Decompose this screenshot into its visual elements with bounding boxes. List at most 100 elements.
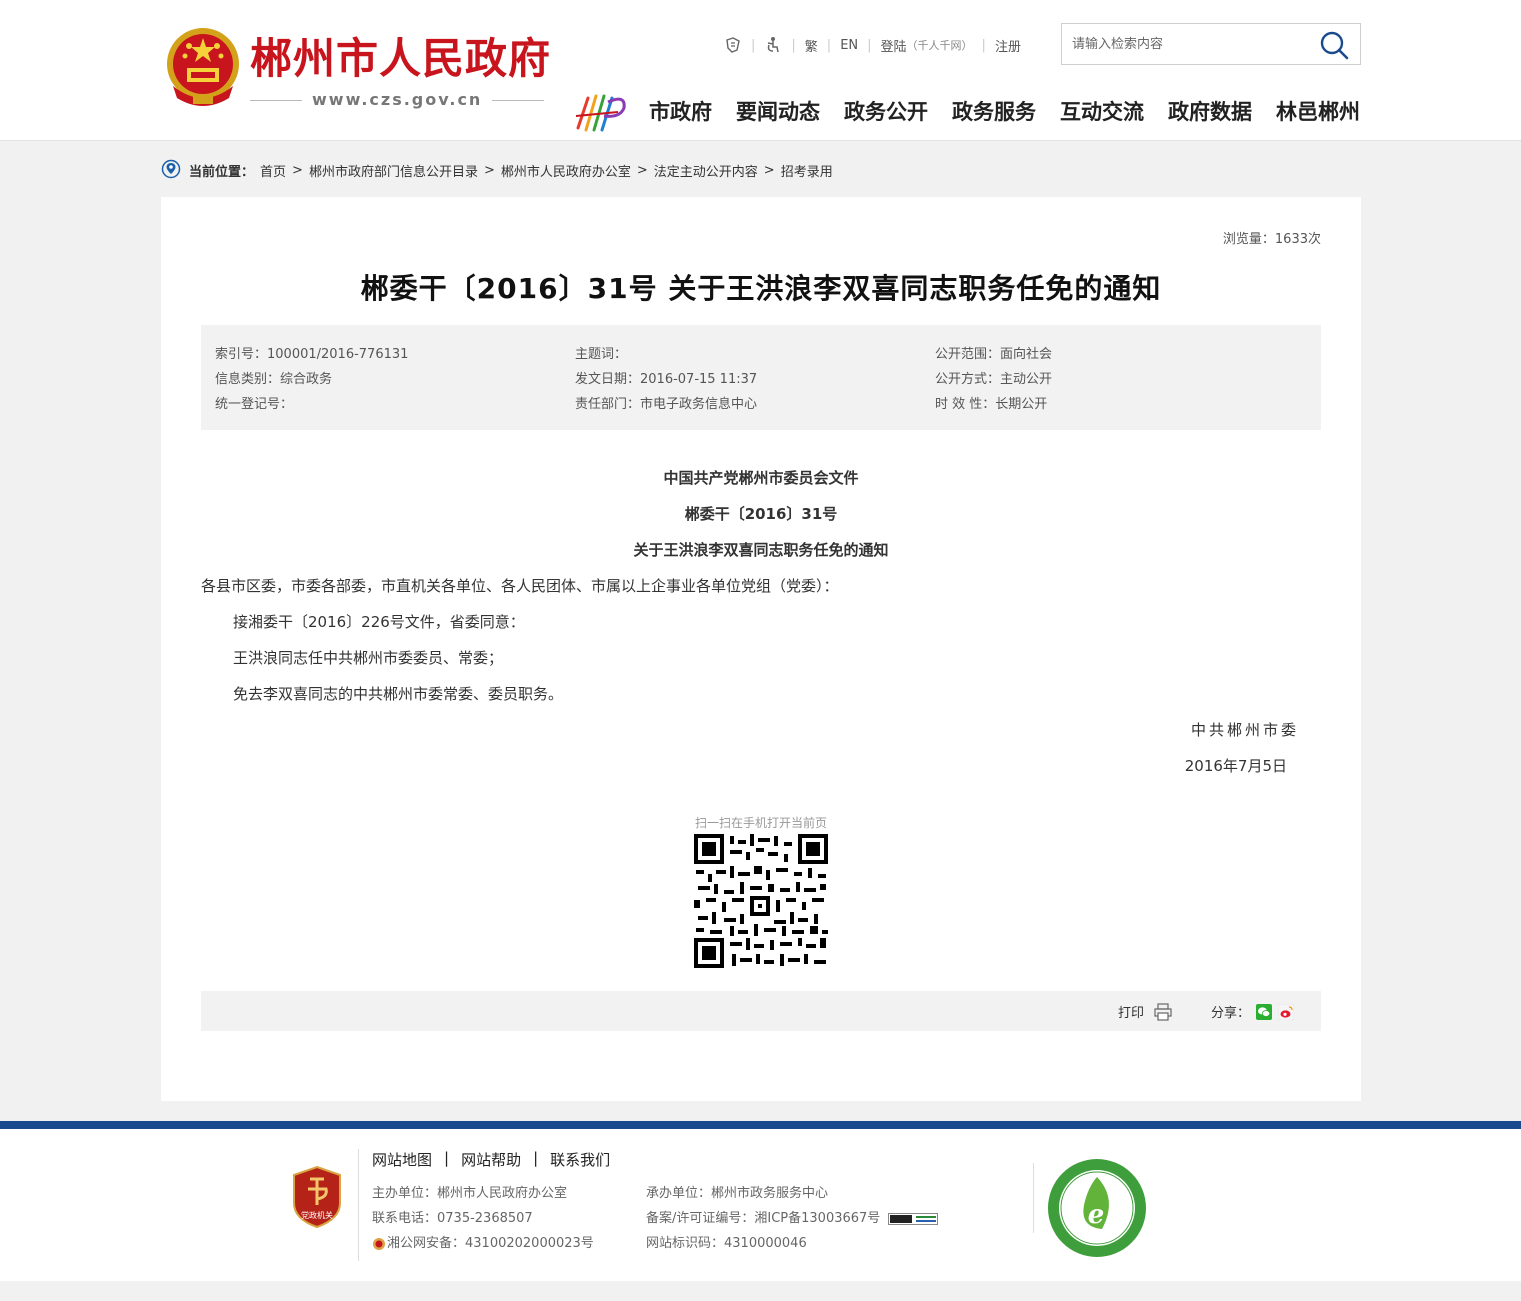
article-body: 中国共产党郴州市委员会文件 郴委干〔2016〕31号 关于王洪浪李双喜同志职务任… xyxy=(201,460,1321,784)
subject-words: 主题词： xyxy=(575,347,628,362)
print-button[interactable]: 打印 xyxy=(1118,1002,1172,1021)
contact-link[interactable]: 联系我们 xyxy=(550,1149,610,1170)
registration-number: 统一登记号： xyxy=(215,397,294,412)
site-identifier: 网站标识码：4310000046 xyxy=(646,1236,807,1251)
login-link[interactable]: 登陆 xyxy=(881,36,907,55)
share-group: 分享： xyxy=(1211,1002,1295,1021)
linyi-logo-icon xyxy=(575,94,626,132)
validity: 时 效 性：长期公开 xyxy=(935,397,1048,412)
search-input[interactable] xyxy=(1072,34,1312,54)
document-subject: 关于王洪浪李双喜同志职务任免的通知 xyxy=(633,541,889,559)
breadcrumb-office[interactable]: 郴州市人民政府办公室 xyxy=(501,161,631,180)
weibo-icon[interactable] xyxy=(1278,1003,1295,1020)
sign-language-icon[interactable] xyxy=(724,36,742,54)
main-nav: 市政府 要闻动态 政务公开 政务服务 互动交流 政府数据 林邑郴州 xyxy=(649,96,1360,128)
footer-info-right: 承办单位：郴州市政务服务中心 备案/许可证编号：湘ICP备13003667号 网… xyxy=(646,1181,939,1256)
qr-caption: 扫一扫在手机打开当前页 xyxy=(694,816,827,830)
divider xyxy=(358,1149,359,1261)
sitemap-link[interactable]: 网站地图 xyxy=(372,1149,432,1170)
responsible-department: 责任部门：市电子政务信息中心 xyxy=(575,397,758,412)
breadcrumb-recruitment[interactable]: 招考录用 xyxy=(781,161,833,180)
location-pin-icon xyxy=(161,159,181,179)
salutation: 各县市区委，市委各部委，市直机关各单位、各人民团体、市属以上企事业各单位党组（党… xyxy=(201,577,839,595)
wechat-icon[interactable] xyxy=(1256,1003,1273,1020)
breadcrumb-statutory-content[interactable]: 法定主动公开内容 xyxy=(654,161,758,180)
article-title: 郴委干〔2016〕31号 关于王洪浪李双喜同志职务任免的通知 xyxy=(360,272,1162,305)
print-label: 打印 xyxy=(1118,1006,1145,1021)
footer-divider-bar xyxy=(0,1121,1521,1129)
index-number: 索引号：100001/2016-776131 xyxy=(215,347,409,362)
body-paragraph: 王洪浪同志任中共郴州市委委员、常委； xyxy=(233,649,504,667)
printer-icon xyxy=(1154,1002,1172,1021)
icp-badge-icon xyxy=(888,1212,939,1225)
nav-item-government-services[interactable]: 政务服务 xyxy=(952,96,1036,128)
disclosure-scope: 公开范围：面向社会 xyxy=(935,347,1053,362)
breadcrumb-label: 当前位置： xyxy=(189,164,255,180)
nav-item-government-data[interactable]: 政府数据 xyxy=(1168,96,1252,128)
divider xyxy=(1033,1163,1034,1233)
view-count: 浏览量：1633次 xyxy=(1222,232,1321,247)
article-card: 浏览量：1633次 郴委干〔2016〕31号 关于王洪浪李双喜同志职务任免的通知… xyxy=(161,197,1361,1101)
share-label: 分享： xyxy=(1211,1006,1251,1021)
separator: | xyxy=(533,1149,539,1167)
body-paragraph: 免去李双喜同志的中共郴州市委常委、委员职务。 xyxy=(233,685,564,703)
police-badge-icon xyxy=(373,1237,385,1250)
svg-text:e: e xyxy=(1088,1200,1105,1230)
separator: | xyxy=(751,37,756,53)
icp-record[interactable]: 备案/许可证编号：湘ICP备13003667号 xyxy=(646,1206,939,1231)
nav-item-interaction[interactable]: 互动交流 xyxy=(1060,96,1144,128)
body-paragraph: 接湘委干〔2016〕226号文件，省委同意： xyxy=(233,613,525,631)
disclosure-method: 公开方式：主动公开 xyxy=(935,372,1053,387)
footer-info-left: 主办单位：郴州市人民政府办公室 联系电话：0735-2368507 湘公网安备：… xyxy=(372,1181,594,1256)
separator: | xyxy=(867,37,872,53)
breadcrumb-separator: > xyxy=(763,162,775,178)
sponsor: 主办单位：郴州市人民政府办公室 xyxy=(372,1186,568,1201)
breadcrumb-separator: > xyxy=(636,162,648,178)
party-government-agency-badge[interactable]: 党政机关 xyxy=(290,1165,344,1229)
document-header: 中国共产党郴州市委员会文件 xyxy=(663,469,859,487)
footer-bottom-strip xyxy=(0,1281,1521,1301)
police-record[interactable]: 湘公网安备：43100202000023号 xyxy=(372,1231,594,1256)
search-icon[interactable] xyxy=(1318,29,1350,61)
divider xyxy=(492,100,544,101)
accessibility-icon[interactable] xyxy=(764,36,782,54)
nav-item-city-government[interactable]: 市政府 xyxy=(649,96,712,128)
breadcrumb-directory[interactable]: 郴州市政府部门信息公开目录 xyxy=(309,161,478,180)
nav-item-news[interactable]: 要闻动态 xyxy=(736,96,820,128)
search-box xyxy=(1061,23,1361,65)
signature-date: 2016年7月5日 xyxy=(1184,757,1287,775)
site-header: 郴州市人民政府 www.czs.gov.cn | | 繁 | EN | 登陆 （… xyxy=(0,0,1521,141)
site-url: www.czs.gov.cn xyxy=(312,90,483,109)
info-category: 信息类别：综合政务 xyxy=(215,372,333,387)
icp-record-text: 备案/许可证编号：湘ICP备13003667号 xyxy=(646,1211,881,1226)
contact-phone: 联系电话：0735-2368507 xyxy=(372,1211,533,1226)
divider xyxy=(250,100,302,101)
qr-code xyxy=(694,834,828,968)
separator: | xyxy=(791,37,796,53)
breadcrumb-separator: > xyxy=(292,162,303,178)
article-actions: 打印 分享： xyxy=(201,991,1321,1031)
help-link[interactable]: 网站帮助 xyxy=(461,1149,521,1170)
breadcrumb: 当前位置： 首页 > 郴州市政府部门信息公开目录 > 郴州市人民政府办公室 > … xyxy=(161,158,833,182)
badge-text: 党政机关 xyxy=(301,1210,333,1220)
undertaker: 承办单位：郴州市政务服务中心 xyxy=(646,1186,829,1201)
civilized-website-seal[interactable]: e xyxy=(1046,1157,1148,1259)
metadata-column-3: 公开范围：面向社会 公开方式：主动公开 时 效 性：长期公开 xyxy=(935,342,1052,417)
breadcrumb-home[interactable]: 首页 xyxy=(260,161,286,180)
police-record-text: 湘公网安备：43100202000023号 xyxy=(387,1236,594,1251)
nav-item-government-affairs-disclosure[interactable]: 政务公开 xyxy=(844,96,928,128)
register-link[interactable]: 注册 xyxy=(995,36,1021,55)
document-number: 郴委干〔2016〕31号 xyxy=(684,505,838,523)
footer-links: 网站地图 | 网站帮助 | 联系我们 xyxy=(372,1149,610,1170)
metadata-column-2: 主题词： 发文日期：2016-07-15 11:37 责任部门：市电子政务信息中… xyxy=(575,342,757,417)
site-footer: 党政机关 网站地图 | 网站帮助 | 联系我们 主办单位：郴州市人民政府办公室 … xyxy=(0,1129,1521,1281)
site-title[interactable]: 郴州市人民政府 xyxy=(250,34,551,84)
separator: | xyxy=(826,37,832,53)
nav-item-linyi-chenzhou[interactable]: 林邑郴州 xyxy=(1276,96,1360,128)
traditional-chinese-link[interactable]: 繁 xyxy=(805,36,818,55)
document-metadata: 索引号：100001/2016-776131 信息类别：综合政务 统一登记号： … xyxy=(201,325,1321,430)
issue-date: 发文日期：2016-07-15 11:37 xyxy=(575,372,758,387)
english-link[interactable]: EN xyxy=(840,38,858,53)
national-emblem-icon xyxy=(167,28,239,106)
separator: | xyxy=(444,1149,450,1167)
